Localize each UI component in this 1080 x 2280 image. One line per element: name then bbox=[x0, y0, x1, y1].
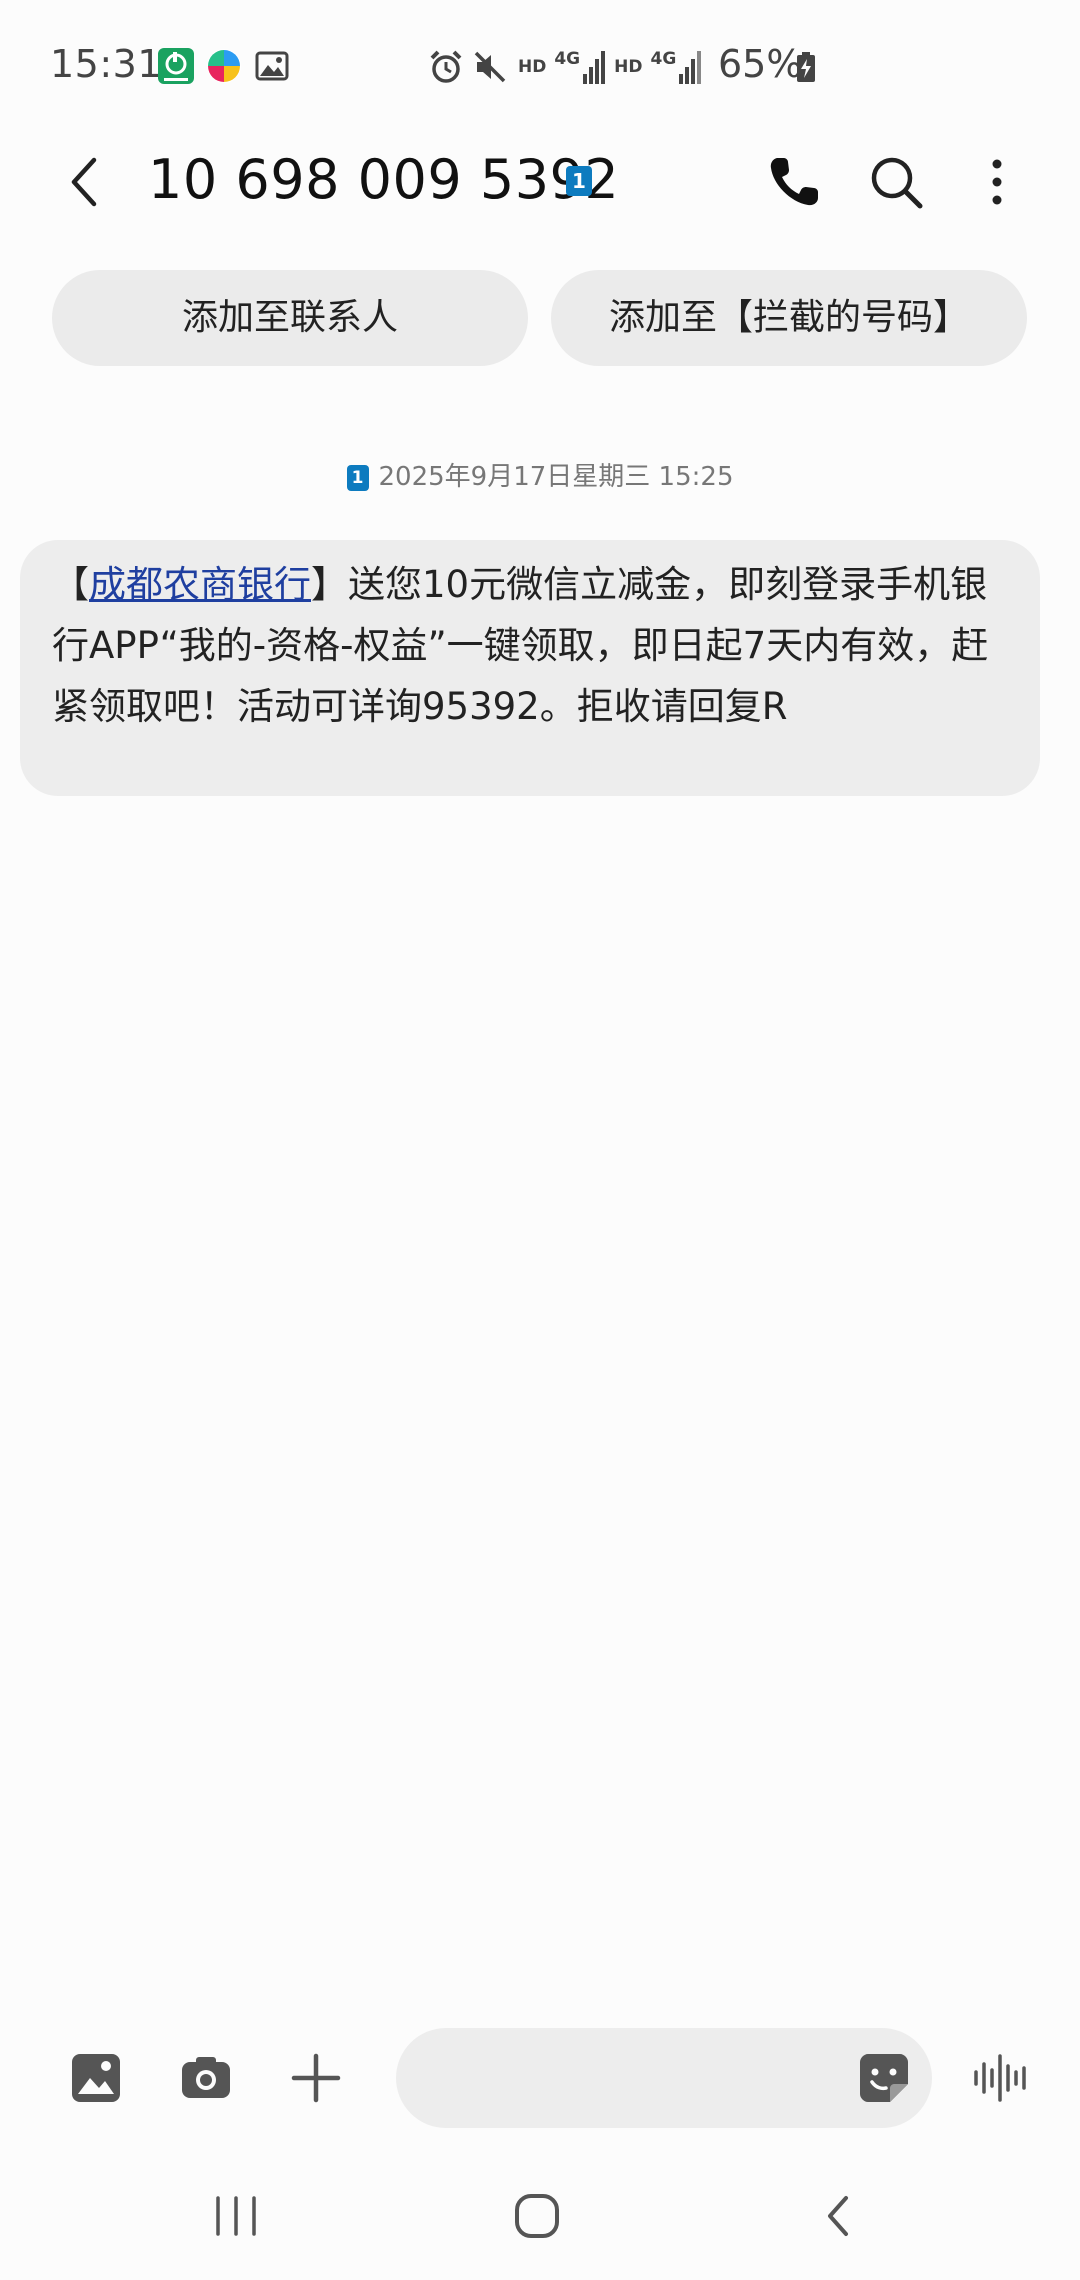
back-arrow-icon[interactable] bbox=[60, 152, 110, 212]
conversation-title: 10 698 009 5392 bbox=[148, 148, 620, 211]
recent-apps-icon[interactable] bbox=[206, 2188, 266, 2244]
mute-icon bbox=[474, 51, 506, 83]
gallery-notification-icon bbox=[255, 51, 289, 81]
add-to-contacts-button[interactable]: 添加至联系人 bbox=[52, 270, 528, 366]
phone-icon[interactable] bbox=[764, 152, 824, 212]
status-time: 15:31 bbox=[50, 42, 163, 86]
search-icon[interactable] bbox=[866, 152, 926, 212]
signal-icon-1 bbox=[583, 51, 606, 84]
signal-icon-2 bbox=[679, 51, 702, 84]
gallery-icon[interactable] bbox=[68, 2050, 124, 2106]
pinwheel-app-icon bbox=[207, 49, 241, 83]
network-type-1: 4G bbox=[554, 49, 581, 69]
message-prefix: 【 bbox=[52, 563, 89, 606]
message-date-text: 2025年9月17日星期三 15:25 bbox=[378, 462, 734, 492]
home-icon[interactable] bbox=[508, 2188, 568, 2244]
message-bubble[interactable]: 【成都农商银行】送您10元微信立减金，即刻登录手机银行APP“我的-资格-权益”… bbox=[20, 540, 1040, 796]
wallet-app-icon bbox=[158, 48, 194, 84]
nav-back-icon[interactable] bbox=[810, 2188, 870, 2244]
message-date: 1 2025年9月17日星期三 15:25 bbox=[0, 456, 1080, 493]
hd-indicator-2: HD bbox=[614, 57, 643, 77]
network-type-2: 4G bbox=[650, 49, 677, 69]
voice-wave-icon[interactable] bbox=[970, 2050, 1030, 2106]
alarm-icon bbox=[430, 50, 462, 83]
add-to-blocked-button[interactable]: 添加至【拦截的号码】 bbox=[551, 270, 1027, 366]
plus-icon[interactable] bbox=[288, 2050, 344, 2106]
sticker-icon[interactable] bbox=[856, 2050, 912, 2106]
messages-screen: 15:31 HD 4G HD 4G 65% 10 698 009 5392 1 … bbox=[0, 0, 1080, 2280]
battery-charging-icon bbox=[797, 52, 815, 82]
status-bar: 15:31 HD 4G HD 4G 65% bbox=[0, 0, 1080, 130]
sim-badge: 1 bbox=[566, 166, 592, 196]
battery-percentage: 65% bbox=[718, 42, 803, 86]
more-vertical-icon[interactable] bbox=[974, 152, 1020, 212]
camera-icon[interactable] bbox=[178, 2050, 234, 2106]
message-input[interactable] bbox=[396, 2028, 932, 2128]
message-link[interactable]: 成都农商银行 bbox=[89, 563, 311, 606]
status-indicators: HD 4G HD 4G bbox=[428, 42, 702, 92]
sim-badge-small: 1 bbox=[346, 464, 369, 491]
hd-indicator-1: HD bbox=[518, 57, 547, 77]
